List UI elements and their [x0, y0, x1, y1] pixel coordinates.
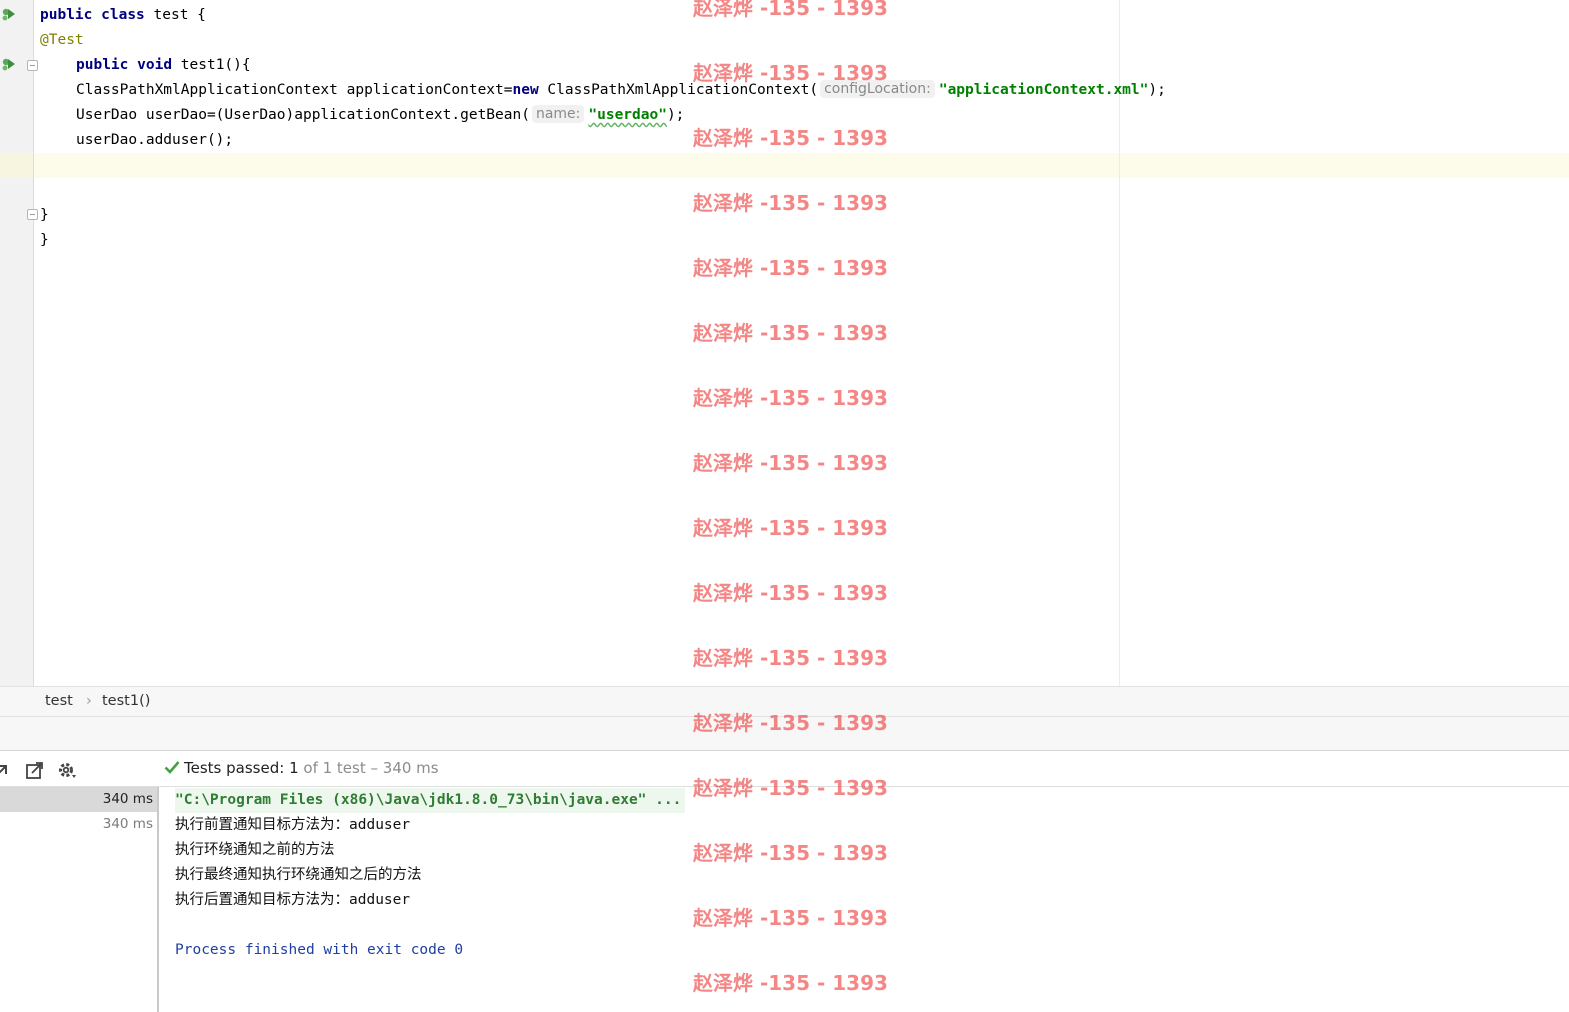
tests-passed-count: 1 [289, 759, 299, 777]
gear-icon[interactable] [57, 760, 77, 780]
breadcrumb-item-method[interactable]: test1() [102, 693, 150, 709]
check-icon [164, 761, 180, 774]
console-line: 执行环绕通知之前的方法 [175, 842, 335, 858]
test-tree-row-class[interactable]: 340 ms [0, 787, 157, 812]
code-text: test1(){ [172, 57, 251, 73]
code-line-3: public void test1(){ [76, 53, 251, 78]
console-output[interactable]: "C:\Program Files (x86)\Java\jdk1.8.0_73… [161, 787, 1569, 1012]
export-icon[interactable] [25, 760, 45, 780]
run-test-class-icon[interactable] [1, 6, 17, 22]
code-line-5: UserDao userDao=(UserDao)applicationCont… [76, 103, 684, 128]
code-text: } [40, 207, 49, 223]
parameter-hint: configLocation: [820, 80, 935, 98]
code-editor[interactable]: public class test { @Test public void te… [0, 0, 1569, 686]
console-command-line: "C:\Program Files (x86)\Java\jdk1.8.0_73… [175, 788, 686, 813]
code-text: ); [666, 107, 685, 123]
keyword: new [512, 82, 539, 98]
code-line-2: @Test [40, 28, 84, 53]
run-test-method-icon[interactable] [1, 56, 17, 72]
code-text: ); [1148, 82, 1166, 98]
keyword: void [137, 57, 173, 73]
run-toolbar: Tests passed: 1 of 1 test – 340 ms [0, 751, 1569, 787]
keyword: public [76, 57, 129, 73]
breadcrumb-item-class[interactable]: test [45, 693, 73, 709]
keyword: class [101, 7, 145, 23]
current-line-highlight [0, 153, 1569, 178]
code-text: ClassPathXmlApplicationContext applicati… [76, 82, 513, 98]
string-literal: "userdao" [588, 107, 667, 123]
code-text: } [40, 232, 49, 248]
code-line-10: } [40, 228, 49, 253]
code-line-1: public class test { [40, 3, 206, 28]
code-line-4: ClassPathXmlApplicationContext applicati… [76, 78, 1166, 103]
test-duration: 340 ms [102, 791, 153, 807]
tests-status: Tests passed: 1 of 1 test – 340 ms [164, 759, 439, 777]
code-text: test { [144, 7, 206, 23]
console-line: 执行前置通知目标方法为：adduser [175, 817, 411, 833]
annotation: @Test [40, 32, 84, 48]
code-line-9: } [40, 203, 49, 228]
fold-method-icon[interactable] [27, 60, 38, 71]
console-line: 执行后置通知目标方法为：adduser [175, 892, 411, 908]
tests-status-detail: of 1 test – 340 ms [303, 759, 439, 777]
parameter-hint: name: [531, 105, 585, 123]
editor-gutter [0, 0, 34, 686]
console-exit-line: Process finished with exit code 0 [175, 942, 464, 958]
breadcrumb-separator: › [86, 693, 92, 709]
code-text: ClassPathXmlApplicationContext( [538, 82, 819, 98]
test-duration: 340 ms [102, 816, 153, 832]
collapse-icon[interactable] [0, 760, 14, 780]
fold-end-icon[interactable] [27, 209, 38, 220]
code-text: userDao.adduser(); [76, 132, 234, 148]
code-line-6: userDao.adduser(); [76, 128, 233, 153]
test-results-tree: 340 ms 340 ms [0, 787, 159, 1012]
tests-status-label: Tests passed: [184, 759, 285, 777]
console-line: 执行最终通知执行环绕通知之后的方法 [175, 867, 422, 883]
code-text: UserDao userDao=(UserDao)applicationCont… [76, 107, 530, 123]
panel-header [0, 717, 1569, 751]
breadcrumb: test › test1() [0, 686, 1569, 717]
keyword: public [40, 7, 93, 23]
string-literal: "applicationContext.xml" [938, 82, 1149, 98]
test-tree-row-method[interactable]: 340 ms [0, 812, 157, 837]
